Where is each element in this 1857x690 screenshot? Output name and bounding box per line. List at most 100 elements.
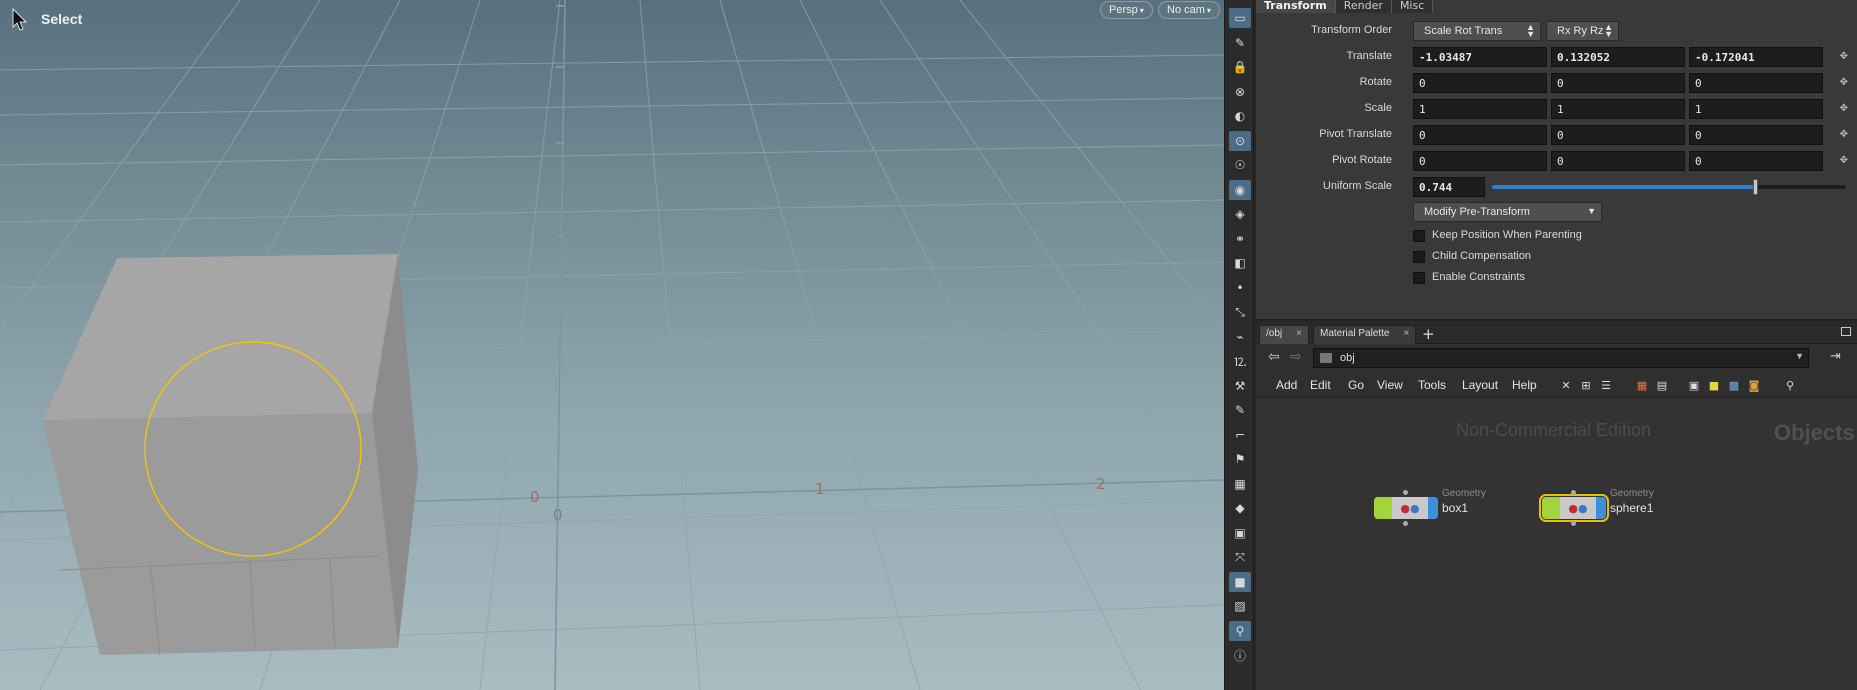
cube-icon[interactable]: ◆ <box>1229 498 1251 518</box>
chevron-down-icon[interactable]: ▼ <box>1795 351 1804 361</box>
uniform-scale-field[interactable]: 0.744 <box>1413 177 1485 197</box>
rotate-z-field[interactable]: 0 <box>1689 73 1823 93</box>
slider-thumb[interactable] <box>1753 179 1759 195</box>
node-input-connector[interactable] <box>1403 490 1408 495</box>
square-icon[interactable]: ■ <box>1229 571 1251 592</box>
maximize-icon[interactable] <box>1841 327 1851 336</box>
curve-icon[interactable]: ⌐ <box>1229 425 1251 445</box>
menu-edit[interactable]: Edit <box>1310 378 1331 392</box>
uniform-scale-slider[interactable] <box>1492 179 1846 195</box>
tab-render[interactable]: Render <box>1335 0 1392 13</box>
snap-icon[interactable]: ⊗ <box>1229 82 1251 102</box>
handle-icon[interactable]: ◉ <box>1229 179 1251 200</box>
pivot-translate-z-field[interactable]: 0 <box>1689 125 1823 145</box>
menu-add[interactable]: Add <box>1276 378 1297 392</box>
display-icon[interactable]: ◈ <box>1229 204 1251 224</box>
image-icon[interactable]: ▩ <box>1726 377 1742 393</box>
scale-y-field[interactable]: 1 <box>1551 99 1685 119</box>
back-arrow-icon[interactable]: ⇦ <box>1268 349 1280 365</box>
menu-view[interactable]: View <box>1377 378 1403 392</box>
channel-key-icon[interactable]: ✥ <box>1840 51 1848 62</box>
pivot-translate-y-field[interactable]: 0 <box>1551 125 1685 145</box>
tree-icon[interactable]: ⊞ <box>1578 377 1594 393</box>
network-path-field[interactable]: obj ▼ <box>1313 348 1809 368</box>
measure-icon[interactable]: ⒓ <box>1229 351 1251 371</box>
viewport-scene[interactable]: 0 1 2 0 <box>0 0 1224 690</box>
menu-go[interactable]: Go <box>1348 378 1364 392</box>
transform-order-menu[interactable]: Scale Rot Trans ▲ ▼ <box>1413 21 1541 41</box>
point-icon[interactable]: • <box>1229 278 1251 298</box>
pivot-rotate-y-field[interactable]: 0 <box>1551 151 1685 171</box>
node-sphere1-name[interactable]: sphere1 <box>1610 501 1653 515</box>
tab-material-palette[interactable]: Material Palette × <box>1313 325 1417 344</box>
node-output-connector[interactable] <box>1571 521 1576 526</box>
pivot-rotate-x-field[interactable]: 0 <box>1413 151 1547 171</box>
network-box-icon[interactable]: ▣ <box>1686 377 1702 393</box>
node-input-connector[interactable] <box>1571 490 1576 495</box>
search-icon[interactable]: ⚲ <box>1782 377 1798 393</box>
checkbox-2[interactable] <box>1413 272 1425 284</box>
photo-icon[interactable]: ▨ <box>1229 596 1251 616</box>
channel-key-icon[interactable]: ✥ <box>1840 103 1848 114</box>
translate-y-field[interactable]: 0.132052 <box>1551 47 1685 67</box>
scale-x-field[interactable]: 1 <box>1413 99 1547 119</box>
light-icon[interactable]: ⊙ <box>1229 130 1251 151</box>
vector-icon[interactable]: ⤡ <box>1229 302 1251 322</box>
camera-icon[interactable]: ☉ <box>1229 155 1251 175</box>
pivot-translate-x-field[interactable]: 0 <box>1413 125 1547 145</box>
brush-icon[interactable]: ⌁ <box>1229 327 1251 347</box>
table-view-icon[interactable]: ▤ <box>1654 377 1670 393</box>
close-icon[interactable]: × <box>1296 328 1302 339</box>
camera-menu-button[interactable]: No cam ▾ <box>1158 1 1220 19</box>
node-output-connector[interactable] <box>1403 521 1408 526</box>
pin-icon[interactable]: ⇥ <box>1830 349 1841 364</box>
bone-icon[interactable]: ⤧ <box>1229 547 1251 567</box>
scale-z-field[interactable]: 1 <box>1689 99 1823 119</box>
node-sphere1[interactable]: ● ● <box>1539 490 1609 526</box>
node-box1-name[interactable]: box1 <box>1442 501 1468 515</box>
menu-tools[interactable]: Tools <box>1418 378 1446 392</box>
visualize-icon[interactable]: ⚭ <box>1229 229 1251 249</box>
scene-viewport[interactable]: 0 1 2 0 Select Persp ▾ No cam ▾ <box>0 0 1224 690</box>
shading-icon[interactable]: ◐ <box>1229 106 1251 126</box>
tab-misc[interactable]: Misc <box>1391 0 1434 13</box>
tab-transform[interactable]: Transform <box>1256 0 1336 13</box>
channel-key-icon[interactable]: ✥ <box>1840 155 1848 166</box>
box1-geometry[interactable] <box>43 254 418 656</box>
rotate-order-menu[interactable]: Rx Ry Rz ▲ ▼ <box>1546 21 1619 41</box>
channel-key-icon[interactable]: ✥ <box>1840 129 1848 140</box>
menu-layout[interactable]: Layout <box>1462 378 1498 392</box>
palette-icon[interactable]: ◙ <box>1746 377 1762 393</box>
wrench-icon[interactable]: ✕ <box>1558 377 1574 393</box>
image-icon[interactable]: ▣ <box>1229 523 1251 543</box>
checkbox-0[interactable] <box>1413 230 1425 242</box>
map-pin-icon[interactable]: ⚲ <box>1229 620 1251 641</box>
lock-icon[interactable]: 🔒 <box>1229 57 1251 77</box>
pivot-rotate-z-field[interactable]: 0 <box>1689 151 1823 171</box>
info-icon[interactable]: ⓘ <box>1229 645 1251 665</box>
view-icon[interactable]: ✎ <box>1229 33 1251 53</box>
checker-icon[interactable]: ▦ <box>1229 474 1251 494</box>
rotate-y-field[interactable]: 0 <box>1551 73 1685 93</box>
node-box1[interactable]: ● ● <box>1374 490 1438 526</box>
forward-arrow-icon[interactable]: ⇨ <box>1290 349 1302 365</box>
tab-obj[interactable]: /obj × <box>1259 325 1309 344</box>
add-tab-plus-icon[interactable]: + <box>1422 325 1435 343</box>
render-icon[interactable]: ◧ <box>1229 253 1251 273</box>
home-icon[interactable]: ▭ <box>1229 8 1251 28</box>
sculpt-icon[interactable]: ⚒ <box>1229 376 1251 396</box>
modify-pre-transform-menu[interactable]: Modify Pre-Transform ▼ <box>1413 202 1602 222</box>
grid-view-icon[interactable]: ▦ <box>1634 377 1650 393</box>
pin-icon[interactable]: ⚑ <box>1229 449 1251 469</box>
rotate-x-field[interactable]: 0 <box>1413 73 1547 93</box>
checkbox-1[interactable] <box>1413 251 1425 263</box>
paint-icon[interactable]: ✎ <box>1229 400 1251 420</box>
sticky-note-icon[interactable]: ■ <box>1706 377 1722 393</box>
channel-key-icon[interactable]: ✥ <box>1840 77 1848 88</box>
close-icon[interactable]: × <box>1403 328 1409 339</box>
translate-z-field[interactable]: -0.172041 <box>1689 47 1823 67</box>
persp-menu-button[interactable]: Persp ▾ <box>1100 1 1153 19</box>
list-icon[interactable]: ☰ <box>1598 377 1614 393</box>
menu-help[interactable]: Help <box>1512 378 1537 392</box>
translate-x-field[interactable]: -1.03487 <box>1413 47 1547 67</box>
